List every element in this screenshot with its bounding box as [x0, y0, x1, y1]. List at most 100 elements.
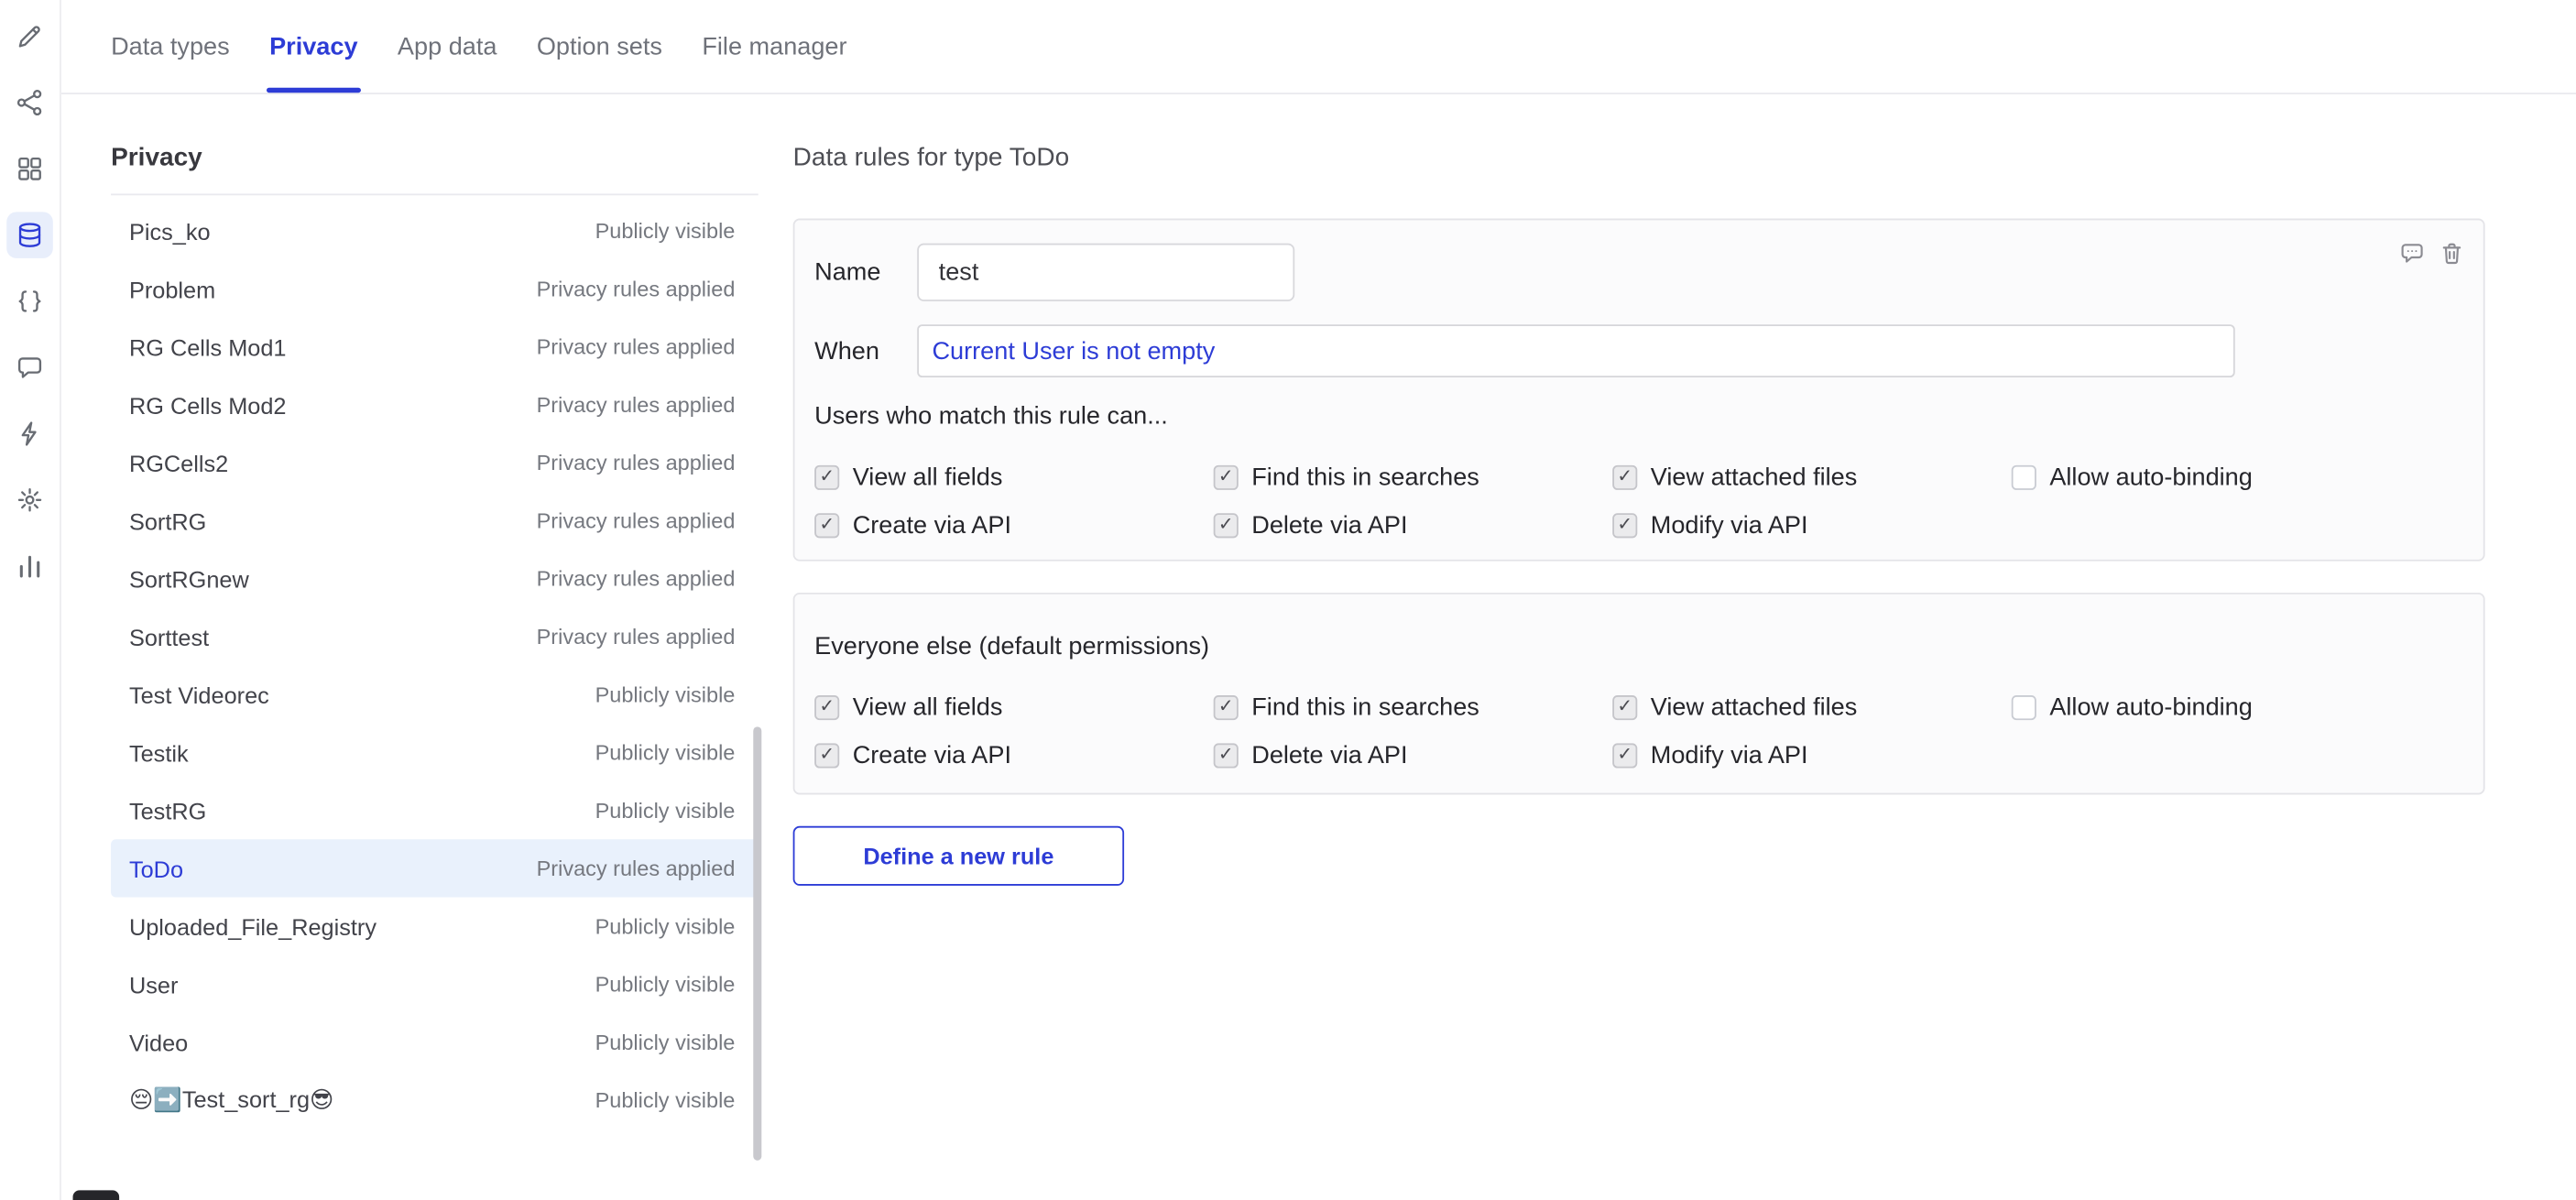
data-type-list: Pics_ko Publicly visible Problem Privacy… [111, 202, 759, 1129]
privacy-status: Publicly visible [595, 682, 736, 707]
bar-chart-icon[interactable] [6, 543, 53, 590]
data-type-row[interactable]: SortRGnew Privacy rules applied [111, 550, 759, 607]
privacy-status: Publicly visible [595, 1030, 736, 1054]
pencil-icon[interactable] [6, 13, 53, 60]
permission-toggle[interactable]: View attached files [1612, 460, 2012, 495]
data-rules-title: Data rules for type ToDo [793, 141, 2485, 176]
permission-label: Allow auto-binding [2049, 693, 2253, 722]
rule-when-row: When Current User is not empty [814, 324, 2463, 377]
permission-toggle[interactable]: Find this in searches [1214, 691, 1613, 725]
permission-checkbox[interactable] [814, 513, 839, 538]
permission-toggle[interactable]: Delete via API [1214, 508, 1613, 543]
data-type-name: Video [129, 1029, 188, 1055]
rule-condition-box[interactable]: Current User is not empty [917, 324, 2235, 377]
permission-checkbox[interactable] [814, 695, 839, 720]
permission-label: View attached files [1651, 693, 1858, 722]
bottom-left-partial-element [73, 1190, 120, 1200]
permission-checkbox[interactable] [1214, 695, 1239, 720]
tab-label: Privacy [269, 32, 357, 60]
permission-label: Delete via API [1251, 742, 1407, 770]
permission-toggle[interactable]: Modify via API [1612, 738, 2012, 773]
tab[interactable]: Option sets [537, 0, 662, 93]
scrollbar-thumb[interactable] [753, 726, 761, 1160]
tab[interactable]: Privacy [269, 0, 357, 93]
permission-checkbox[interactable] [1214, 465, 1239, 490]
data-type-row[interactable]: SortRG Privacy rules applied [111, 492, 759, 550]
privacy-status: Privacy rules applied [537, 856, 736, 880]
permission-toggle[interactable]: Allow auto-binding [2012, 460, 2411, 495]
default-permissions-card: Everyone else (default permissions) View… [793, 593, 2485, 794]
permission-checkbox[interactable] [814, 743, 839, 768]
permission-label: Create via API [853, 511, 1011, 540]
permission-checkbox[interactable] [1612, 743, 1637, 768]
permission-toggle[interactable]: View attached files [1612, 691, 2012, 725]
permission-toggle[interactable]: Create via API [814, 738, 1214, 773]
data-type-row[interactable]: Uploaded_File_Registry Publicly visible [111, 898, 759, 955]
workflow-icon[interactable] [6, 80, 53, 126]
permissions-title: Users who match this rule can... [814, 400, 2463, 431]
permission-toggle[interactable]: Create via API [814, 508, 1214, 543]
permission-checkbox[interactable] [1612, 695, 1637, 720]
data-type-name: Problem [129, 276, 215, 302]
data-type-row[interactable]: Problem Privacy rules applied [111, 260, 759, 318]
permission-checkbox[interactable] [2012, 465, 2036, 490]
data-type-row[interactable]: Test Videorec Publicly visible [111, 665, 759, 723]
default-permissions-grid: View all fields Find this in searches Vi… [814, 691, 2463, 773]
data-type-row[interactable]: TestRG Publicly visible [111, 781, 759, 839]
gear-icon[interactable] [6, 476, 53, 523]
permission-label: Create via API [853, 742, 1011, 770]
when-label: When [814, 337, 917, 365]
rule-permissions-grid: View all fields Find this in searches Vi… [814, 460, 2463, 542]
permission-toggle[interactable]: Allow auto-binding [2012, 691, 2411, 725]
permission-checkbox[interactable] [1612, 513, 1637, 538]
privacy-status: Privacy rules applied [537, 451, 736, 475]
lightning-icon[interactable] [6, 410, 53, 457]
permission-checkbox[interactable] [814, 465, 839, 490]
permission-checkbox[interactable] [1612, 465, 1637, 490]
components-icon[interactable] [6, 146, 53, 192]
tab[interactable]: File manager [702, 0, 846, 93]
braces-icon[interactable] [6, 278, 53, 325]
permission-checkbox[interactable] [1214, 513, 1239, 538]
rule-name-row: Name [814, 244, 2463, 301]
data-type-row[interactable]: RG Cells Mod1 Privacy rules applied [111, 318, 759, 376]
privacy-status: Publicly visible [595, 972, 736, 997]
permission-toggle[interactable]: View all fields [814, 460, 1214, 495]
permission-label: Delete via API [1251, 511, 1407, 540]
bubble-editor-window: Data types Privacy App data Option sets … [0, 0, 2576, 1200]
define-new-rule-button[interactable]: Define a new rule [793, 826, 1124, 886]
privacy-status: Privacy rules applied [537, 566, 736, 591]
permission-toggle[interactable]: Modify via API [1612, 508, 2012, 543]
comment-icon[interactable] [2397, 238, 2426, 267]
permission-label: View all fields [853, 693, 1003, 722]
permission-label: View all fields [853, 464, 1003, 492]
data-type-row[interactable]: ToDo Privacy rules applied [111, 839, 759, 897]
permission-toggle[interactable]: Find this in searches [1214, 460, 1613, 495]
rule-condition-expression: Current User is not empty [932, 337, 1215, 365]
permission-toggle[interactable]: View all fields [814, 691, 1214, 725]
data-type-name: Uploaded_File_Registry [129, 913, 377, 940]
permission-toggle[interactable]: Delete via API [1214, 738, 1613, 773]
data-type-row[interactable]: Testik Publicly visible [111, 724, 759, 781]
data-type-row[interactable]: Video Publicly visible [111, 1013, 759, 1071]
privacy-status: Privacy rules applied [537, 624, 736, 649]
data-type-row[interactable]: RG Cells Mod2 Privacy rules applied [111, 376, 759, 433]
privacy-rule-card: Name When Current User is not empty User… [793, 219, 2485, 562]
database-icon[interactable] [6, 212, 53, 258]
data-type-row[interactable]: Pics_ko Publicly visible [111, 202, 759, 259]
permission-checkbox[interactable] [2012, 695, 2036, 720]
trash-icon[interactable] [2437, 238, 2465, 267]
permission-label: Modify via API [1651, 742, 1808, 770]
data-type-row[interactable]: User Publicly visible [111, 955, 759, 1013]
data-type-row[interactable]: Sorttest Privacy rules applied [111, 607, 759, 665]
data-type-name: TestRG [129, 797, 206, 824]
tab[interactable]: App data [398, 0, 497, 93]
permission-checkbox[interactable] [1214, 743, 1239, 768]
permission-label: View attached files [1651, 464, 1858, 492]
data-type-row[interactable]: 😔➡️Test_sort_rg😎 Publicly visible [111, 1071, 759, 1129]
chat-icon[interactable] [6, 344, 53, 391]
permission-label: Modify via API [1651, 511, 1808, 540]
tab[interactable]: Data types [111, 0, 230, 93]
rule-name-input[interactable] [917, 244, 1294, 301]
data-type-row[interactable]: RGCells2 Privacy rules applied [111, 433, 759, 491]
